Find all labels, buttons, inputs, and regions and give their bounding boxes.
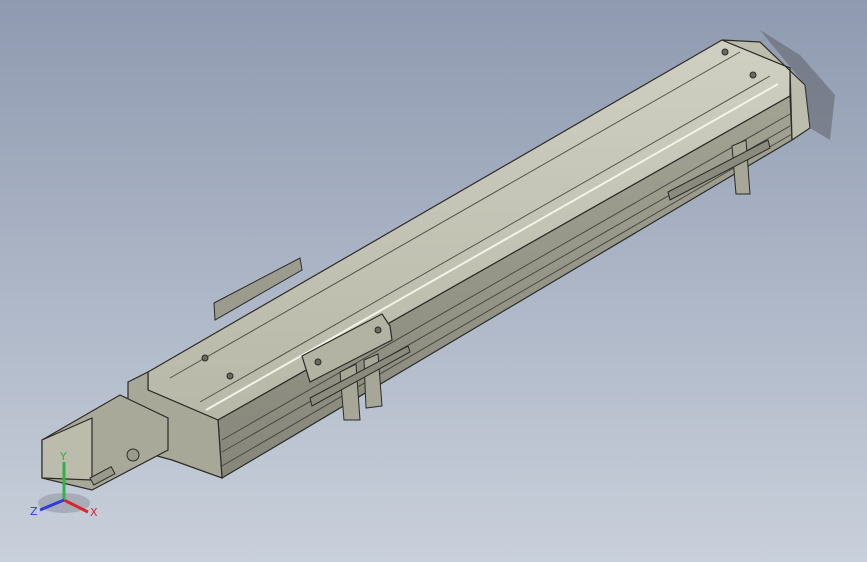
rail-top-face <box>147 39 791 421</box>
screw-icon <box>201 354 209 362</box>
top-highlight-line <box>205 83 779 411</box>
screw-icon <box>226 372 234 380</box>
connector-icon <box>126 448 140 462</box>
top-groove-line <box>199 75 771 403</box>
sensor-clip[interactable] <box>339 363 361 421</box>
front-slot-line <box>221 113 791 441</box>
cad-viewport[interactable]: X Y Z <box>0 0 867 562</box>
y-axis-label: Y <box>59 450 67 463</box>
screw-icon <box>721 48 729 56</box>
screw-icon <box>374 326 382 334</box>
linear-module-model[interactable]: X Y Z <box>0 0 867 562</box>
screw-icon <box>314 358 322 366</box>
x-axis-label: X <box>90 506 98 519</box>
z-axis-label: Z <box>30 505 38 518</box>
screw-icon <box>749 71 757 79</box>
